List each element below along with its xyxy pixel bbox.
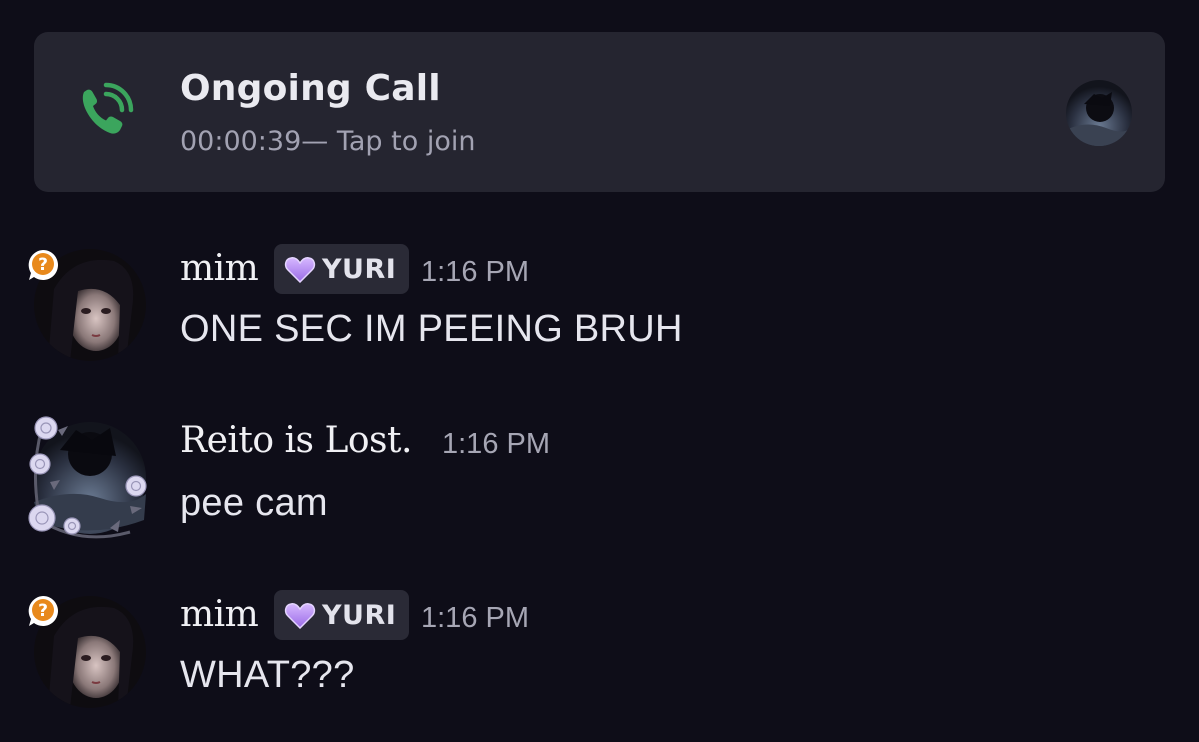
role-tag[interactable]: YURI	[274, 244, 409, 294]
role-tag[interactable]: YURI	[274, 590, 409, 640]
message-timestamp: 1:16 PM	[421, 256, 529, 288]
message-text: ONE SEC IM PEEING BRUH	[180, 308, 683, 350]
message-text: WHAT???	[180, 654, 355, 696]
phone-call-icon	[72, 78, 138, 144]
username-mim[interactable]: mim	[180, 594, 259, 635]
purple-heart-icon	[284, 603, 316, 629]
question-bubble-icon: ?	[26, 248, 60, 282]
role-tag-label: YURI	[322, 253, 397, 285]
svg-text:?: ?	[38, 601, 48, 621]
svg-text:?: ?	[38, 255, 48, 275]
username-reito[interactable]: Reito is Lost.	[180, 420, 412, 461]
user-avatar-reito[interactable]	[20, 410, 156, 546]
message-timestamp: 1:16 PM	[421, 602, 529, 634]
call-title: Ongoing Call	[180, 68, 441, 109]
purple-heart-icon	[284, 257, 316, 283]
role-tag-label: YURI	[322, 599, 397, 631]
message-text: pee cam	[180, 482, 328, 524]
ongoing-call-banner[interactable]	[34, 32, 1165, 192]
call-participant-avatar	[1066, 80, 1132, 146]
call-duration-join-hint[interactable]: 00:00:39— Tap to join	[180, 126, 475, 157]
question-bubble-icon: ?	[26, 594, 60, 628]
message-timestamp: 1:16 PM	[442, 428, 550, 460]
username-mim[interactable]: mim	[180, 248, 259, 289]
